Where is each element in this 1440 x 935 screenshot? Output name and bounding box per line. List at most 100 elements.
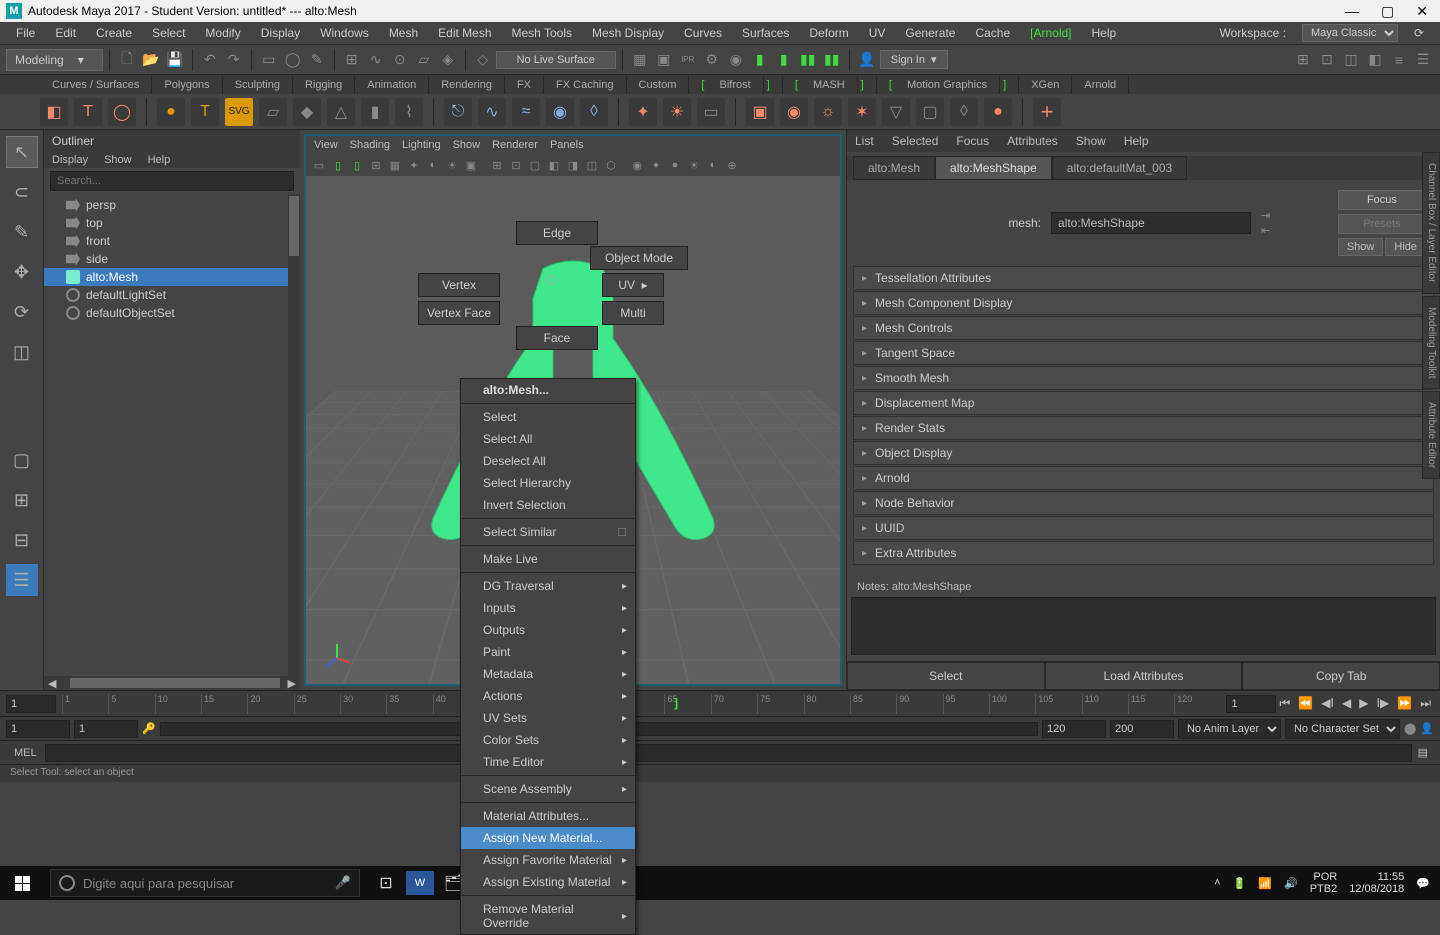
vp-icon[interactable]: ☀ (443, 156, 461, 174)
ae-tab-active[interactable]: alto:MeshShape (935, 156, 1052, 180)
rotate-tool[interactable]: ⟳ (6, 296, 38, 328)
menu-item[interactable]: File (6, 23, 45, 43)
hud-icon[interactable]: ⊡ (1316, 49, 1338, 71)
ctx-item[interactable]: Material Attributes... (461, 805, 635, 827)
range-playend-field[interactable] (1042, 720, 1106, 738)
snap-plane-icon[interactable]: ▱ (413, 49, 435, 71)
outliner-item[interactable]: top (44, 214, 300, 232)
vp-icon[interactable]: ⬡ (602, 156, 620, 174)
light-editor-icon[interactable]: ▮ (749, 49, 771, 71)
ae-tab[interactable]: alto:Mesh (853, 156, 935, 180)
menu-item[interactable]: Modify (195, 23, 250, 43)
outliner-search[interactable] (50, 171, 294, 191)
go-input-icon[interactable]: ⇥ (1261, 209, 1270, 222)
presets-button[interactable]: Presets (1338, 214, 1426, 234)
render-setup-icon[interactable]: ▮ (773, 49, 795, 71)
snap-grid-icon[interactable]: ⊞ (341, 49, 363, 71)
shelf-tab[interactable]: Curves / Surfaces (40, 76, 152, 94)
ctx-item[interactable]: Assign New Material... (461, 827, 635, 849)
load-attrs-button[interactable]: Load Attributes (1045, 662, 1243, 690)
fx-fluid-icon[interactable]: ◊ (580, 98, 608, 126)
mm-vertex[interactable]: Vertex (418, 273, 500, 297)
menu-item[interactable]: Surfaces (732, 23, 799, 43)
ae-menu[interactable]: Attributes (1007, 134, 1058, 148)
ctx-item[interactable]: Time Editor (461, 751, 635, 773)
mm-object-mode[interactable]: Object Mode (590, 246, 688, 270)
menu-item[interactable]: Deform (799, 23, 858, 43)
vp-icon[interactable]: ⊞ (367, 156, 385, 174)
menu-item[interactable]: Help (1082, 23, 1127, 43)
char-set-select[interactable]: No Character Set (1285, 719, 1400, 739)
ae-section[interactable]: UUID (853, 516, 1434, 540)
close-button[interactable]: ✕ (1416, 3, 1428, 20)
layout-four-icon[interactable]: ⊞ (6, 484, 38, 516)
shelf-tab[interactable]: Animation (355, 76, 429, 94)
mm-multi[interactable]: Multi (602, 301, 664, 325)
ctx-item[interactable]: Paint (461, 641, 635, 663)
shelf-tab[interactable]: Arnold (1072, 76, 1129, 94)
vp-icon[interactable]: ◉ (628, 156, 646, 174)
mel-label[interactable]: MEL (6, 747, 45, 759)
outliner-menu[interactable]: Display (52, 154, 88, 166)
ctx-item[interactable]: Select Hierarchy (461, 472, 635, 494)
ctx-item[interactable]: Assign Existing Material (461, 871, 635, 893)
ctx-item[interactable]: DG Traversal (461, 575, 635, 597)
ae-menu[interactable]: Selected (892, 134, 939, 148)
poly-prism-icon[interactable]: ◆ (293, 98, 321, 126)
ae-menu[interactable]: Show (1076, 134, 1106, 148)
play-back-icon[interactable]: ◀ (1339, 696, 1354, 711)
tray-wifi-icon[interactable]: 📶 (1258, 877, 1272, 890)
vp-icon[interactable]: ● (666, 156, 684, 174)
poly-pipe-icon[interactable]: ▮ (361, 98, 389, 126)
light-area-icon[interactable]: ▭ (697, 98, 725, 126)
tray-up-icon[interactable]: ˄ (1214, 877, 1220, 889)
arnold-cube-icon[interactable]: ▣ (746, 98, 774, 126)
tray-notifications-icon[interactable]: 💬 (1416, 877, 1430, 890)
shelf-tab[interactable]: Polygons (152, 76, 222, 94)
vp-icon[interactable]: ▢ (526, 156, 544, 174)
step-fwd-key-icon[interactable]: ⏩ (1394, 696, 1415, 711)
kill-icon[interactable]: ▮▮ (821, 49, 843, 71)
copy-tab-button[interactable]: Copy Tab (1242, 662, 1440, 690)
mel-input[interactable] (45, 744, 501, 762)
ctx-item[interactable]: Select All (461, 428, 635, 450)
mesh-name-field[interactable] (1051, 212, 1251, 234)
menu-item[interactable]: Curves (674, 23, 732, 43)
mm-uv[interactable]: UV ▸ (602, 273, 664, 297)
move-tool[interactable]: ✥ (6, 256, 38, 288)
arnold-volume-icon[interactable]: ● (984, 98, 1012, 126)
ae-section[interactable]: Render Stats (853, 416, 1434, 440)
vp-icon[interactable]: ⊕ (723, 156, 741, 174)
ctx-item[interactable]: Assign Favorite Material (461, 849, 635, 871)
menu-item[interactable]: Cache (965, 23, 1020, 43)
hide-button[interactable]: Hide (1385, 238, 1426, 256)
outliner-item[interactable]: front (44, 232, 300, 250)
ipr-icon[interactable]: IPR (677, 49, 699, 71)
vp-icon[interactable]: ✦ (405, 156, 423, 174)
layout-outliner-icon[interactable]: ☰ (6, 564, 38, 596)
ctx-item[interactable]: Color Sets (461, 729, 635, 751)
tray-lang[interactable]: PORPTB2 (1310, 871, 1338, 895)
sign-in-button[interactable]: Sign In▾ (880, 50, 948, 69)
ctx-item[interactable]: Inputs (461, 597, 635, 619)
ae-menu[interactable]: Help (1124, 134, 1149, 148)
shelf-tab[interactable]: XGen (1019, 76, 1072, 94)
paint-tool[interactable]: ✎ (6, 216, 38, 248)
hypershade-icon[interactable]: ◉ (725, 49, 747, 71)
outliner-tree[interactable]: persp top front side alto:Mesh defaultLi… (44, 194, 300, 676)
lasso-icon[interactable]: ◯ (282, 49, 304, 71)
vp-icon[interactable]: ◐ (424, 156, 442, 174)
prefs-icon[interactable]: 👤 (1420, 722, 1434, 735)
ctx-item[interactable]: Metadata (461, 663, 635, 685)
live-surface-field[interactable]: No Live Surface (496, 51, 616, 69)
vp-icon[interactable]: ◨ (564, 156, 582, 174)
mic-icon[interactable]: 🎤 (335, 875, 351, 891)
vp-menu[interactable]: Panels (550, 139, 584, 151)
modeling-toolkit-icon[interactable]: ⊞ (1292, 49, 1314, 71)
side-tab[interactable]: Channel Box / Layer Editor (1422, 152, 1440, 294)
menu-item-arnold[interactable]: [Arnold] (1020, 23, 1081, 43)
vp-icon[interactable]: ◐ (704, 156, 722, 174)
range-end-field[interactable] (1110, 720, 1174, 738)
workspace-select[interactable]: Maya Classic (1302, 24, 1398, 42)
mm-vertex-face[interactable]: Vertex Face (418, 301, 500, 325)
